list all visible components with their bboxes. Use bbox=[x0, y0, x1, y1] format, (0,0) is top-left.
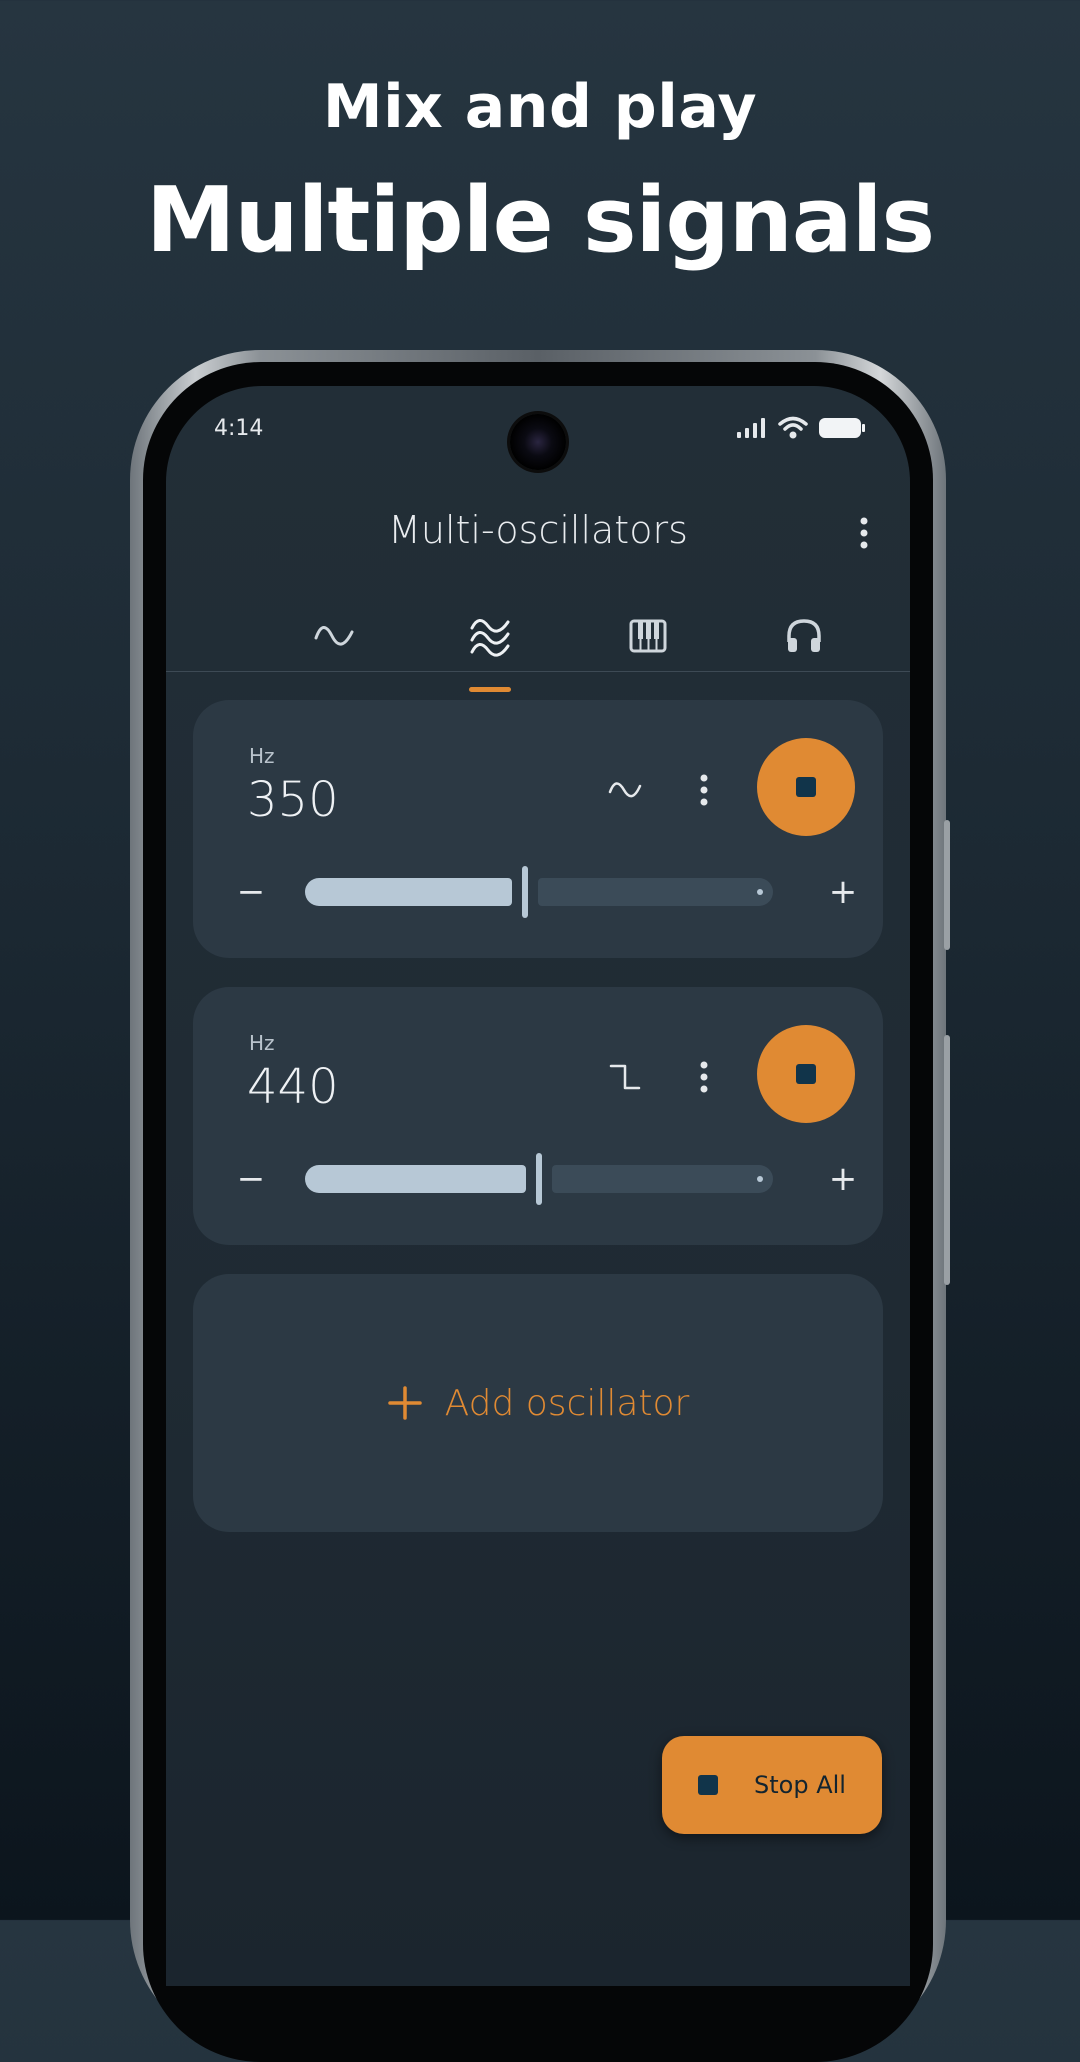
plus-icon bbox=[387, 1386, 422, 1420]
front-camera bbox=[510, 414, 566, 470]
app-title: Multi-oscillators bbox=[388, 508, 688, 552]
wifi-icon bbox=[778, 416, 808, 439]
slider-handle[interactable] bbox=[522, 866, 528, 918]
tab-selected-indicator bbox=[469, 687, 511, 692]
oscillator-card: Hz 440 − + bbox=[193, 987, 883, 1245]
tab-multi-oscillators[interactable] bbox=[445, 606, 535, 692]
phone-volume-button bbox=[944, 1035, 950, 1285]
tab-single-oscillator[interactable] bbox=[289, 606, 379, 692]
multi-wave-icon bbox=[470, 619, 510, 657]
tab-bar bbox=[166, 606, 910, 692]
frequency-value[interactable]: 350 bbox=[247, 772, 339, 828]
stop-icon bbox=[698, 1775, 719, 1795]
status-time: 4:14 bbox=[214, 416, 264, 441]
phone-power-button bbox=[944, 820, 950, 950]
phone-screen: 4:14 Multi-oscillators Hz 350 − + Hz 440… bbox=[166, 386, 910, 1986]
oscillator-menu-icon[interactable] bbox=[698, 772, 710, 808]
slider-inactive-track bbox=[552, 1165, 773, 1193]
increase-frequency-button[interactable]: + bbox=[823, 1159, 863, 1199]
waveform-button[interactable] bbox=[603, 768, 647, 812]
promo-headline-main: Multiple signals bbox=[145, 168, 935, 273]
square-wave-icon bbox=[609, 1064, 641, 1090]
slider-active-track bbox=[305, 878, 512, 906]
frequency-unit-label: Hz bbox=[249, 1031, 275, 1055]
stop-all-label: Stop All bbox=[754, 1771, 846, 1799]
battery-icon bbox=[819, 418, 865, 438]
slider-end-dot bbox=[757, 889, 763, 895]
tab-headphones[interactable] bbox=[759, 606, 849, 692]
add-oscillator-label: Add oscillator bbox=[444, 1382, 690, 1424]
promo-headline-top: Mix and play bbox=[322, 72, 758, 142]
headphones-icon bbox=[787, 619, 821, 652]
waveform-button[interactable] bbox=[603, 1055, 647, 1099]
piano-keys-icon bbox=[629, 619, 667, 653]
oscillator-card: Hz 350 − + bbox=[193, 700, 883, 958]
frequency-value[interactable]: 440 bbox=[247, 1059, 339, 1115]
frequency-unit-label: Hz bbox=[249, 744, 275, 768]
add-oscillator-button[interactable]: Add oscillator bbox=[193, 1274, 883, 1532]
tab-keyboard[interactable] bbox=[603, 606, 693, 692]
sine-wave-icon bbox=[314, 626, 354, 646]
stop-all-button[interactable]: Stop All bbox=[662, 1736, 882, 1834]
increase-frequency-button[interactable]: + bbox=[823, 872, 863, 912]
oscillator-menu-icon[interactable] bbox=[698, 1059, 710, 1095]
oscillator-stop-button[interactable] bbox=[757, 1025, 855, 1123]
signal-icon bbox=[737, 418, 765, 438]
stop-icon bbox=[796, 1064, 816, 1084]
frequency-slider[interactable] bbox=[305, 1153, 773, 1205]
slider-handle[interactable] bbox=[536, 1153, 542, 1205]
stop-icon bbox=[796, 777, 816, 797]
sine-wave-icon bbox=[608, 782, 642, 798]
status-icons bbox=[736, 416, 866, 440]
slider-inactive-track bbox=[538, 878, 773, 906]
oscillator-stop-button[interactable] bbox=[757, 738, 855, 836]
decrease-frequency-button[interactable]: − bbox=[231, 1159, 271, 1199]
tabs-divider bbox=[166, 671, 910, 672]
overflow-menu-icon[interactable] bbox=[858, 516, 870, 550]
frequency-slider[interactable] bbox=[305, 866, 773, 918]
slider-active-track bbox=[305, 1165, 526, 1193]
decrease-frequency-button[interactable]: − bbox=[231, 872, 271, 912]
slider-end-dot bbox=[757, 1176, 763, 1182]
